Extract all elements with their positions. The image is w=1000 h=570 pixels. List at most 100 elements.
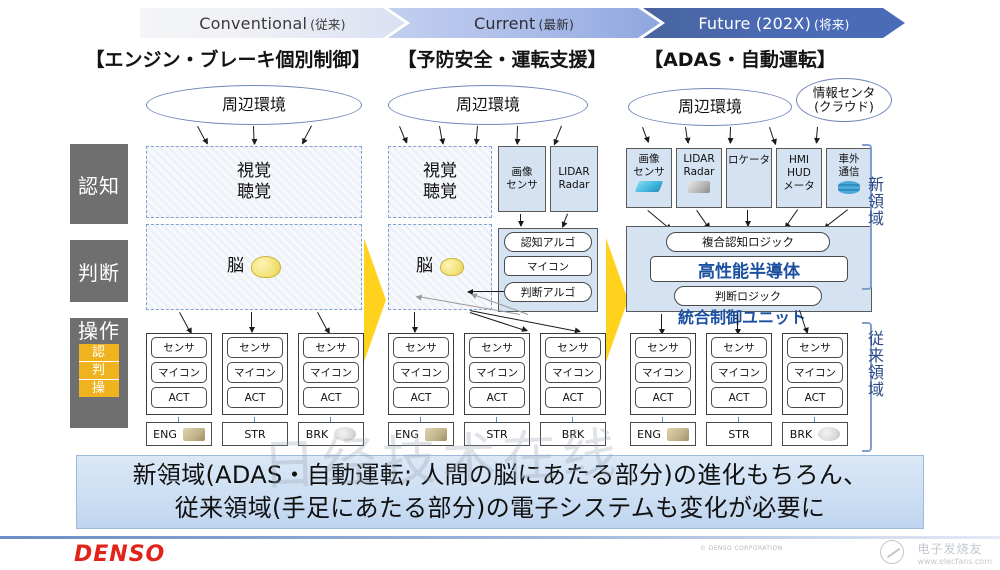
col3-output-brk: BRK	[782, 422, 848, 446]
col1-ecu-eng-act: ACT	[151, 387, 207, 408]
col3-sensor-camera: 画像 センサ	[626, 148, 672, 208]
col3-cloud-ellipse: 情報センタ (クラウド)	[796, 78, 892, 122]
col1-output-brk-label: BRK	[305, 427, 329, 441]
engine-icon-3	[666, 427, 689, 441]
phase-conventional-sublabel: (従来)	[310, 16, 346, 32]
col3-sensor-lidar: LIDAR Radar	[676, 148, 722, 208]
col2-ecu-eng-sensor: センサ	[393, 337, 449, 358]
col3-cloud-line1: 情報センタ	[812, 84, 876, 100]
col3-output-eng: ENG	[630, 422, 696, 446]
stage-mini-stack: 認 判 操	[79, 344, 119, 397]
column-title-current: 【予防安全・運転支援】	[397, 48, 607, 71]
col2-environment-ellipse: 周辺環境	[388, 85, 588, 125]
phase-current-sublabel: (最新)	[538, 16, 575, 32]
phase-current-label: Current	[473, 13, 536, 33]
col3-env-arrow-3	[729, 126, 731, 143]
col2-ecu-brk-sensor: センサ	[545, 337, 601, 358]
col3-cloud-arrow	[815, 126, 818, 143]
col2-vision-label: 視覚	[423, 160, 457, 181]
col3-sensor-hmi-line2: HUD	[787, 167, 811, 180]
col3-sensor-camera-line2: センサ	[633, 166, 665, 179]
stage-mini-judgment: 判	[79, 362, 119, 380]
col1-output-str-label: STR	[244, 427, 266, 441]
col2-ecu-eng-mcu: マイコン	[393, 362, 449, 383]
col3-ecu-str-mcu: マイコン	[711, 362, 767, 383]
summary-banner: 新領域(ADAS・自動運転; 人間の脳にあたる部分)の進化もちろん、 従来領域(…	[76, 455, 924, 529]
phase-current: Current (最新)	[388, 8, 660, 38]
col3-unit-out-arrow-1	[660, 314, 662, 334]
col2-output-str-label: STR	[486, 427, 508, 441]
brake-icon	[334, 427, 357, 441]
col3-composite-recognition-logic: 複合認知ロジック	[666, 232, 830, 252]
col1-brain-arrow-1	[178, 312, 192, 334]
col1-output-eng: ENG	[146, 422, 212, 446]
col3-sensor-locator-line1: ロケータ	[728, 154, 770, 166]
col2-judgment-algo: 判断アルゴ	[504, 282, 592, 302]
col2-brain-arrow-1	[413, 312, 415, 332]
col1-output-brk: BRK	[298, 422, 364, 446]
col3-output-str: STR	[706, 422, 772, 446]
col3-env-arrow-1	[641, 127, 649, 143]
col2-output-brk: BRK	[540, 422, 606, 446]
summary-banner-line2: 従来領域(手足にあたる部分)の電子システムも変化が必要に	[174, 494, 826, 522]
col2-hearing-label: 聴覚	[423, 182, 457, 202]
lidar-icon	[688, 181, 710, 194]
col3-ecu-eng-sensor: センサ	[635, 337, 691, 358]
stage-label-operation-text: 操作	[78, 319, 120, 343]
col2-mcu: マイコン	[504, 256, 592, 276]
col3-cloud-line2: (クラウド)	[814, 99, 874, 114]
col2-recognition-algo: 認知アルゴ	[504, 232, 592, 252]
col3-sensor-hmi-line1: HMI	[788, 154, 810, 166]
col1-brain-box: 脳	[146, 224, 362, 310]
col3-sensor-v2x-line1: 車外	[838, 153, 860, 165]
stage-mini-recognition: 認	[79, 344, 119, 362]
col3-env-arrow-2	[684, 127, 689, 144]
col2-brain-label: 脳	[416, 256, 433, 277]
col3-output-brk-label: BRK	[789, 427, 813, 441]
col3-sensor-lidar-line1: LIDAR	[683, 153, 715, 165]
phase-timeline: Conventional (従来) Current (最新) Future (2…	[140, 8, 860, 38]
col3-ecu-eng-mcu: マイコン	[635, 362, 691, 383]
column-title-conventional: 【エンジン・ブレーキ個別制御】	[85, 48, 371, 71]
col3-environment-ellipse: 周辺環境	[628, 88, 792, 126]
engine-icon-2	[424, 427, 447, 441]
col1-ecu-str-mcu: マイコン	[227, 362, 283, 383]
legacy-domain-label: 従来領域	[865, 330, 884, 398]
summary-banner-line1: 新領域(ADAS・自動運転; 人間の脳にあたる部分)の進化もちろん、	[132, 460, 868, 489]
col1-ecu-brk-sensor: センサ	[303, 337, 359, 358]
col1-brain-arrow-2	[250, 312, 252, 332]
col3-ecu-brk-mcu: マイコン	[787, 362, 843, 383]
phase-conventional: Conventional (従来)	[140, 8, 405, 38]
col2-env-arrow-5	[553, 125, 562, 145]
col2-output-eng: ENG	[388, 422, 454, 446]
col3-unit-out-arrow-2	[736, 314, 738, 334]
column-title-future: 【ADAS・自動運転】	[644, 48, 836, 71]
col3-sensor-camera-line1: 画像	[638, 153, 660, 165]
col2-sensor-camera-line2: センサ	[506, 179, 538, 191]
col1-ecu-eng-sensor: センサ	[151, 337, 207, 358]
col2-ecu-brk-mcu: マイコン	[545, 362, 601, 383]
phase-future: Future (202X) (将来)	[643, 8, 905, 38]
col2-sensor-lidar-line2: Radar	[558, 179, 590, 191]
col3-ecu-brk-act: ACT	[787, 387, 843, 408]
col2-env-arrow-3	[475, 125, 478, 144]
stage-mini-operation: 操	[79, 380, 119, 397]
col3-ecu-str-act: ACT	[711, 387, 767, 408]
col1-ecu-eng-mcu: マイコン	[151, 362, 207, 383]
col1-hearing-label: 聴覚	[237, 182, 271, 202]
col2-sensor-lidar: LIDAR Radar	[550, 146, 598, 212]
col1-ecu-brk-act: ACT	[303, 387, 359, 408]
phase-conventional-label: Conventional	[199, 13, 308, 33]
col2-output-str: STR	[464, 422, 530, 446]
col2-camera-down-arrow	[519, 214, 521, 226]
stage-label-judgment: 判断	[70, 240, 128, 302]
col1-ecu-str-act: ACT	[227, 387, 283, 408]
col1-output-str: STR	[222, 422, 288, 446]
stage-label-recognition: 認知	[70, 144, 128, 224]
col1-senses-box: 視覚 聴覚	[146, 146, 362, 218]
col3-ecu-brk-sensor: センサ	[787, 337, 843, 358]
col3-ecu-str-sensor: センサ	[711, 337, 767, 358]
watermark-elecfans: 电子发烧友 www.elecfans.com	[918, 540, 993, 566]
transition-chevron-2-icon	[606, 238, 628, 362]
col3-output-eng-label: ENG	[637, 427, 661, 441]
